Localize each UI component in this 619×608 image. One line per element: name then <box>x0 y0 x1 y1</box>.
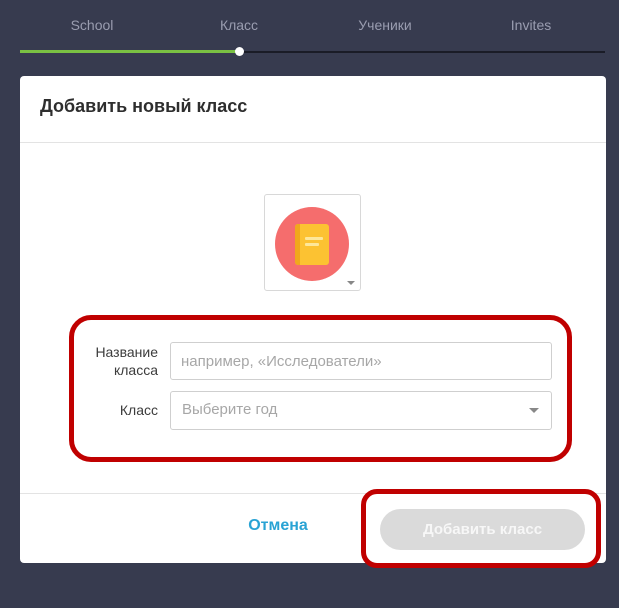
chevron-down-icon <box>529 408 539 413</box>
grade-select[interactable]: Выберите год <box>170 391 552 430</box>
onboarding-stepper: School Класс Ученики Invites <box>0 0 619 60</box>
progress-marker <box>235 47 244 56</box>
add-class-dialog: Добавить новый класс Название класса Кла… <box>20 76 606 563</box>
grade-label: Класс <box>119 402 158 418</box>
step-students: Ученики <box>358 17 412 33</box>
step-school: School <box>70 17 114 33</box>
grade-select-value: Выберите год <box>182 401 278 418</box>
class-avatar <box>275 207 349 281</box>
dialog-footer: Отмена Добавить класс <box>20 493 606 563</box>
class-name-label: Название класса <box>95 344 158 378</box>
class-name-input[interactable] <box>170 342 552 380</box>
book-icon <box>295 224 329 265</box>
add-class-button[interactable]: Добавить класс <box>380 509 585 550</box>
class-icon-picker[interactable] <box>264 194 361 291</box>
dialog-header: Добавить новый класс <box>20 76 606 143</box>
cancel-button[interactable]: Отмена <box>230 517 326 535</box>
step-class: Класс <box>219 17 259 33</box>
progress-fill <box>20 50 239 53</box>
chevron-down-icon <box>347 281 355 285</box>
dialog-title: Добавить новый класс <box>40 96 248 116</box>
progress-track <box>239 51 605 53</box>
step-invites: Invites <box>510 17 552 33</box>
